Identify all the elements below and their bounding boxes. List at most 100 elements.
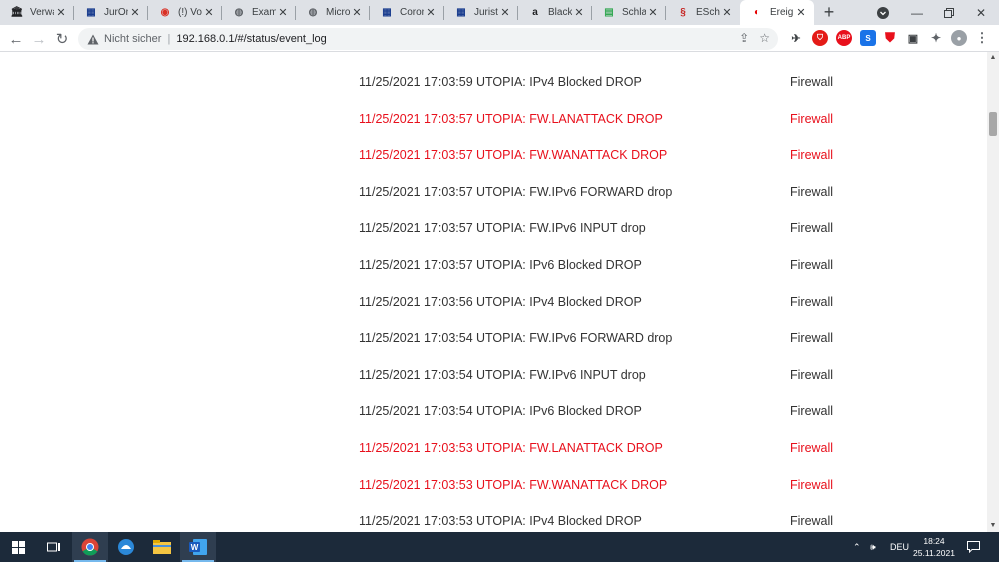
- tab-search-button[interactable]: [868, 0, 898, 25]
- extension-button-6[interactable]: ▣: [905, 30, 921, 46]
- start-button[interactable]: [0, 532, 36, 562]
- log-time: 17:03:57: [424, 258, 473, 272]
- back-button[interactable]: ←: [6, 29, 26, 49]
- minimize-icon: —: [911, 5, 923, 20]
- juris-icon: ▦: [86, 7, 96, 18]
- reload-icon: ↻: [55, 31, 69, 48]
- log-source: Firewall: [790, 221, 834, 236]
- close-window-button[interactable]: ✕: [966, 0, 996, 25]
- log-message: UTOPIA: FW.WANATTACK DROP: [476, 477, 668, 492]
- browser-tab[interactable]: 🏛 Verwalt✕: [0, 0, 74, 25]
- browser-tab[interactable]: a Black F✕: [518, 0, 592, 25]
- volume-button[interactable]: 🕪: [870, 532, 876, 562]
- juris-icon: ▦: [382, 7, 392, 18]
- log-time: 17:03:56: [424, 294, 473, 309]
- task-view-icon: [47, 542, 60, 552]
- log-source: Firewall: [790, 331, 834, 346]
- clock[interactable]: 18:24 25.11.2021: [910, 535, 958, 559]
- plus-icon: +: [823, 2, 835, 22]
- taskbar-chrome[interactable]: [72, 532, 108, 562]
- bank-icon: 🏛: [10, 7, 24, 18]
- log-row: 11/25/2021 17:03:54 UTOPIA: FW.IPv6 FORWAR…: [0, 331, 987, 351]
- address-bar[interactable]: Nicht sicher | 192.168.0.1/#/status/even…: [78, 28, 778, 50]
- restore-button[interactable]: [934, 0, 964, 25]
- taskbar-explorer[interactable]: [144, 532, 180, 562]
- log-row: 11/25/2021 17:03:57 UTOPIA: FW.IPv6 INPUT …: [0, 221, 987, 241]
- url-text[interactable]: 192.168.0.1/#/status/event_log: [176, 33, 326, 45]
- tab-close-icon[interactable]: ✕: [646, 6, 660, 19]
- task-view-button[interactable]: [36, 532, 72, 562]
- browser-tab[interactable]: ◍ Micros✕: [296, 0, 370, 25]
- tab-title: JurOnli: [104, 7, 128, 18]
- security-label[interactable]: Nicht sicher: [104, 33, 161, 45]
- browser-toolbar: ← → ↻ Nicht sicher | 192.168.0.1/#/statu…: [0, 25, 999, 52]
- log-row: 11/25/2021 17:03:53 UTOPIA: FW.WANATTACK D…: [0, 478, 987, 498]
- minimize-button[interactable]: —: [902, 0, 932, 25]
- extension-button-2[interactable]: ⛉: [812, 30, 828, 46]
- scroll-down-icon[interactable]: ▼: [987, 520, 999, 532]
- log-time: 17:03:54: [424, 367, 473, 382]
- scrollbar-thumb[interactable]: [989, 112, 997, 136]
- extension-button-1[interactable]: ✈: [788, 30, 804, 46]
- action-center-button[interactable]: [967, 532, 980, 562]
- taskbar-app-2[interactable]: [108, 532, 144, 562]
- clock-time: 18:24: [923, 536, 945, 546]
- browser-tab[interactable]: ▦ Juristis✕: [444, 0, 518, 25]
- profile-button[interactable]: ●: [951, 30, 967, 46]
- show-hidden-icons-button[interactable]: ⌃: [853, 532, 861, 562]
- tab-close-icon[interactable]: ✕: [276, 6, 290, 19]
- tab-close-icon[interactable]: ✕: [498, 6, 512, 19]
- forward-button[interactable]: →: [29, 29, 49, 49]
- scroll-up-icon[interactable]: ▲: [987, 52, 999, 64]
- browser-tab[interactable]: ◍ Examin✕: [222, 0, 296, 25]
- log-source: Firewall: [790, 477, 834, 492]
- reload-button[interactable]: ↻: [52, 29, 72, 49]
- speaker-icon: 🕪: [870, 541, 876, 552]
- vertical-scrollbar[interactable]: ▲ ▼: [987, 52, 999, 532]
- tab-close-icon[interactable]: ✕: [794, 6, 808, 19]
- globe-icon: ◍: [234, 7, 244, 18]
- notification-icon: [967, 541, 980, 553]
- log-source: Firewall: [790, 294, 834, 309]
- tab-close-icon[interactable]: ✕: [350, 6, 364, 19]
- tab-close-icon[interactable]: ✕: [572, 6, 586, 19]
- amazon-icon: a: [532, 7, 538, 18]
- tab-title: ESchG: [696, 7, 720, 18]
- tab-close-icon[interactable]: ✕: [720, 6, 734, 19]
- browser-tab[interactable]: ▦ JurOnli✕: [74, 0, 148, 25]
- tab-close-icon[interactable]: ✕: [54, 6, 68, 19]
- browser-tab[interactable]: ◉ (!) Vorl✕: [148, 0, 222, 25]
- bookmark-star-icon[interactable]: ☆: [759, 31, 770, 45]
- word-icon: W: [189, 539, 207, 555]
- ublock-icon: ⛉: [817, 33, 823, 42]
- log-date: 11/25/2021: [359, 258, 421, 272]
- browser-tab[interactable]: ▤ Schlafz✕: [592, 0, 666, 25]
- tab-title: Micros: [326, 7, 350, 18]
- extension-button-5[interactable]: ⛊: [882, 30, 898, 46]
- browser-tab[interactable]: § ESchG✕: [666, 0, 740, 25]
- log-source: Firewall: [790, 148, 834, 163]
- log-date: 11/25/2021: [359, 294, 421, 309]
- browser-tab[interactable]: ◐ Ereign✕: [740, 0, 814, 25]
- taskbar-word[interactable]: W: [180, 532, 216, 562]
- extension-button-3[interactable]: ABP: [836, 30, 852, 46]
- log-message: UTOPIA: IPv4 Blocked DROP: [476, 294, 642, 309]
- extension-button-4[interactable]: S: [860, 30, 876, 46]
- extensions-menu-button[interactable]: ✦: [928, 30, 944, 46]
- share-icon[interactable]: ⇪: [739, 31, 749, 45]
- tab-close-icon[interactable]: ✕: [128, 6, 142, 19]
- log-date: 11/25/2021: [359, 184, 421, 199]
- log-date: 11/25/2021: [359, 111, 421, 126]
- vodafone-icon: ◐: [753, 7, 761, 18]
- browser-tab[interactable]: ▦ Corona✕: [370, 0, 444, 25]
- browser-menu-button[interactable]: ⋮: [974, 30, 990, 46]
- log-date: 11/25/2021: [359, 221, 421, 236]
- adblock-plus-icon: ABP: [837, 35, 851, 41]
- tab-close-icon[interactable]: ✕: [424, 6, 438, 19]
- tab-close-icon[interactable]: ✕: [202, 6, 216, 19]
- new-tab-button[interactable]: +: [814, 0, 844, 25]
- language-indicator[interactable]: DEU: [890, 532, 909, 562]
- tab-title: Ereign: [770, 7, 794, 18]
- event-log-page: 11/25/2021 17:03:59 UTOPIA: IPv4 Blocked D…: [0, 52, 987, 532]
- arrow-right-icon: →: [31, 30, 47, 48]
